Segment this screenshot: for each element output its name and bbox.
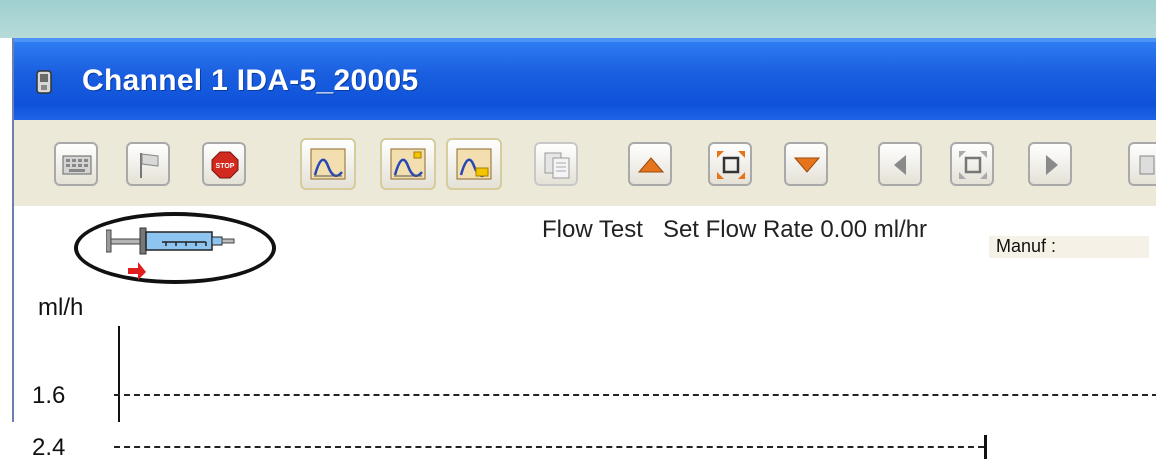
fit-button[interactable] <box>708 142 752 186</box>
arrow-left-button[interactable] <box>878 142 922 186</box>
stop-button[interactable]: STOP <box>202 142 246 186</box>
fit-horizontal-button[interactable] <box>950 142 994 186</box>
flow-status: Flow Test Set Flow Rate 0.00 ml/hr <box>542 216 927 244</box>
device-icon <box>36 70 52 94</box>
keyboard-button[interactable] <box>54 142 98 186</box>
manuf-label: Manuf : <box>996 236 1057 256</box>
chart-view-1-button[interactable] <box>300 138 356 190</box>
gridline <box>114 394 1156 396</box>
title-bar[interactable]: Channel 1 IDA-5_20005 <box>14 38 1156 120</box>
set-flow-rate: Set Flow Rate 0.00 ml/hr <box>662 216 928 243</box>
monitor-pane: Flow Test Set Flow Rate 0.00 ml/hr ml/h … <box>14 206 1156 461</box>
y-axis-unit: ml/h <box>38 294 84 321</box>
flow-direction-arrow-icon <box>126 260 148 287</box>
y-tick-label: 1.6 <box>32 382 66 409</box>
chart-view-3-button[interactable] <box>446 138 502 190</box>
more-button[interactable] <box>1128 142 1156 186</box>
syringe-icon <box>105 224 236 265</box>
report-button[interactable] <box>534 142 578 186</box>
marker-line <box>984 435 987 459</box>
svg-text:STOP: STOP <box>216 163 235 170</box>
test-name: Flow Test <box>542 216 643 243</box>
y-tick-label: 2.4 <box>32 434 66 461</box>
left-margin <box>0 38 12 422</box>
flag-button[interactable] <box>126 142 170 186</box>
channel-window: Channel 1 IDA-5_20005 STOP Flow Test Set… <box>12 38 1156 461</box>
chart-view-2-button[interactable] <box>380 138 436 190</box>
arrow-right-button[interactable] <box>1028 142 1072 186</box>
desktop-band <box>0 0 1156 38</box>
gridline <box>114 446 984 448</box>
toolbar: STOP <box>14 120 1156 208</box>
y-axis-line <box>118 326 120 422</box>
window-title: Channel 1 IDA-5_20005 <box>82 64 419 97</box>
arrow-down-button[interactable] <box>784 142 828 186</box>
arrow-up-button[interactable] <box>628 142 672 186</box>
